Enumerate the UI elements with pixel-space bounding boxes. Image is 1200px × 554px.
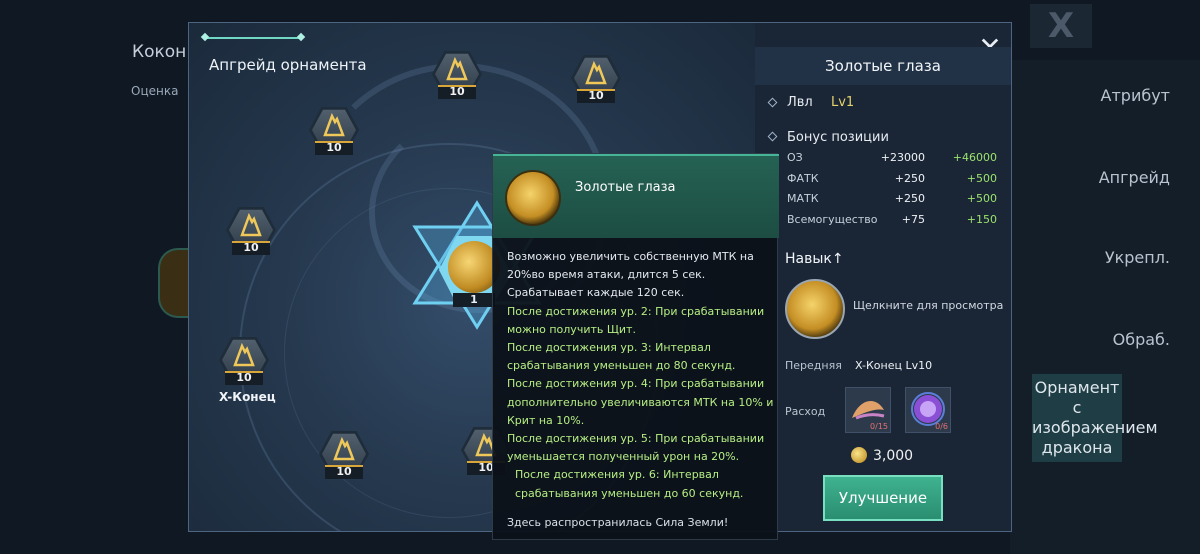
panel-title: Апгрейд орнамента	[209, 56, 367, 74]
tooltip-description: Возможно увеличить собственную МТК на 20…	[507, 248, 775, 503]
tooltip-flavor-text: Здесь распространилась Сила Земли!	[507, 516, 729, 529]
diamond-bullet-icon	[767, 97, 778, 108]
ornament-info-panel: ✕ Золотые глаза Лвл Lv1 Бонус позиции ОЗ…	[755, 23, 1011, 531]
stat-max-value: +46000	[952, 151, 997, 164]
gold-coin-icon	[851, 447, 867, 463]
cost-amount: 0/6	[935, 422, 948, 431]
skill-base-effect: Возможно увеличить собственную МТК на 20…	[507, 250, 754, 300]
stat-row: МАТК +250 +500	[787, 192, 997, 213]
background-close-button[interactable]: X	[1030, 4, 1092, 48]
tooltip-header: Золотые глаза	[493, 154, 779, 238]
ornament-node[interactable]: 10	[219, 335, 269, 385]
gold-cost: 3,000	[851, 447, 913, 464]
position-bonus-label: Бонус позиции	[787, 130, 889, 145]
end-node-name: X-Конец	[219, 390, 276, 404]
right-side-menu: Атрибут Апгрейд Укрепл. Обраб. Орнамент …	[1010, 60, 1200, 554]
stat-current-value: +23000	[880, 151, 925, 164]
node-level: 10	[225, 371, 263, 385]
stats-table: ОЗ +23000 +46000 ФАТК +250 +500 МАТК +25…	[787, 151, 997, 233]
stat-name: ФАТК	[787, 171, 819, 185]
golden-eye-skill-icon[interactable]	[785, 279, 845, 339]
ornament-node[interactable]: 10	[309, 105, 359, 155]
stat-current-value: +250	[894, 192, 925, 205]
menu-item-strengthen[interactable]: Укрепл.	[1010, 248, 1170, 267]
stat-max-value: +500	[966, 192, 997, 205]
stat-name: МАТК	[787, 192, 819, 205]
ornament-node[interactable]: 10	[432, 49, 482, 99]
prerequisite-value: X-Конец Lv10	[855, 359, 933, 372]
gold-amount: 3,000	[873, 448, 914, 464]
node-level: 10	[438, 85, 476, 99]
cost-amount: 0/15	[870, 422, 888, 431]
skill-label: Навык↑	[785, 251, 844, 267]
cost-label: Расход	[785, 405, 826, 418]
mountain-rune-icon	[240, 213, 262, 237]
menu-item-dragon-ornament[interactable]: Орнамент с изображением дракона	[1032, 374, 1158, 462]
mountain-rune-icon	[446, 57, 468, 81]
ornament-name-header: Золотые глаза	[755, 47, 1011, 85]
level-value: Lv1	[831, 95, 855, 110]
menu-item-process[interactable]: Обраб.	[1010, 330, 1170, 349]
node-level: 10	[577, 89, 615, 103]
mountain-rune-icon	[585, 61, 607, 85]
stat-current-value: +75	[901, 212, 925, 226]
stat-current-value: +250	[894, 171, 925, 185]
tooltip-title: Золотые глаза	[575, 180, 676, 195]
stat-max-value: +500	[966, 171, 997, 185]
skill-tooltip: Золотые глаза Возможно увеличить собстве…	[492, 153, 779, 540]
mountain-rune-icon	[333, 437, 355, 461]
ornament-node[interactable]: 10	[571, 53, 621, 103]
skill-bonus-level-6: После достижения ур. 6: Интервал срабаты…	[515, 468, 744, 500]
mountain-rune-icon	[323, 113, 345, 137]
menu-item-upgrade[interactable]: Апгрейд	[1010, 168, 1170, 187]
stat-row: ФАТК +250 +500	[787, 172, 997, 193]
mountain-rune-icon	[233, 343, 255, 367]
skill-bonus-level-3: После достижения ур. 3: Интервал срабаты…	[507, 341, 736, 373]
skill-bonus-level-2: После достижения ур. 2: При срабатывании…	[507, 304, 765, 336]
stat-max-value: +150	[966, 212, 997, 226]
node-level: 10	[325, 465, 363, 479]
background-rating-label: Оценка	[131, 84, 179, 98]
skill-bonus-level-5: После достижения ур. 5: При срабатывании…	[507, 432, 765, 464]
selected-node-level: 1	[453, 293, 495, 307]
stat-name: ОЗ	[787, 151, 803, 164]
ornament-node[interactable]: 10	[226, 205, 276, 255]
level-label: Лвл	[787, 95, 813, 110]
skill-bonus-level-4: После достижения ур. 4: При срабатывании…	[507, 377, 774, 427]
diamond-bullet-icon	[767, 131, 778, 142]
node-level: 10	[315, 141, 353, 155]
menu-item-attribute[interactable]: Атрибут	[1010, 86, 1170, 105]
feather-material-icon[interactable]: 0/15	[845, 387, 891, 433]
upgrade-button[interactable]: Улучшение	[823, 475, 943, 521]
stat-name: Всемогущество	[787, 212, 878, 226]
purple-orb-icon[interactable]: 0/6	[905, 387, 951, 433]
golden-eye-icon	[505, 170, 561, 226]
node-level: 10	[232, 241, 270, 255]
ornament-node[interactable]: 10	[319, 429, 369, 479]
stat-row: Всемогущество +75 +150	[787, 213, 997, 234]
prerequisite-label: Передняя	[785, 359, 842, 372]
panel-progress-indicator	[205, 37, 301, 39]
stat-row: ОЗ +23000 +46000	[787, 151, 997, 172]
skill-view-hint[interactable]: Щелкните для просмотра	[853, 299, 1003, 312]
